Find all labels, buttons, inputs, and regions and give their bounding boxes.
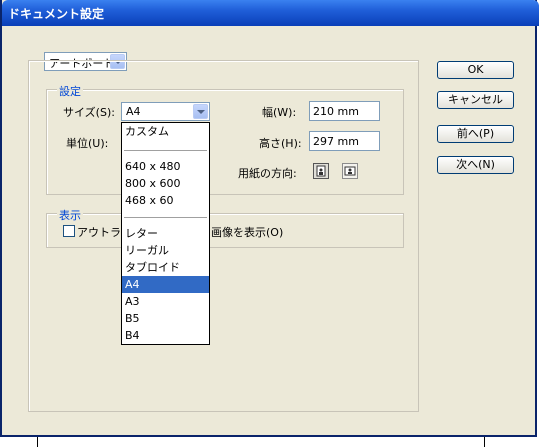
- chevron-down-icon[interactable]: [193, 104, 208, 119]
- portrait-orientation-button[interactable]: [313, 163, 329, 179]
- dropdown-item[interactable]: タブロイド: [122, 259, 209, 276]
- height-field-value: 297 mm: [313, 135, 359, 148]
- title-bar[interactable]: ドキュメント設定: [2, 0, 539, 26]
- size-dropdown-list[interactable]: カスタム 640 x 480 800 x 600 468 x 60 レター リー…: [121, 122, 210, 345]
- outline-label-right: 画像を表示(O): [211, 226, 284, 239]
- dropdown-item-selected[interactable]: A4: [122, 276, 209, 293]
- dropdown-item[interactable]: カスタム: [122, 123, 209, 140]
- dropdown-item[interactable]: A3: [122, 293, 209, 310]
- previous-button[interactable]: 前へ(P): [437, 125, 514, 143]
- dropdown-separator: [124, 150, 207, 151]
- ok-button[interactable]: OK: [437, 61, 514, 79]
- window-title: ドキュメント設定: [8, 7, 105, 21]
- width-label: 幅(W):: [262, 106, 297, 119]
- dropdown-item[interactable]: 800 x 600: [122, 175, 209, 192]
- height-field[interactable]: 297 mm: [309, 131, 380, 151]
- dropdown-item[interactable]: 468 x 60: [122, 192, 209, 209]
- background-line-right-bottom: [484, 437, 485, 447]
- next-button[interactable]: 次へ(N): [437, 156, 514, 174]
- size-combo-value: A4: [126, 105, 141, 118]
- landscape-orientation-button[interactable]: [342, 163, 358, 179]
- settings-legend: 設定: [57, 83, 83, 99]
- size-combo[interactable]: A4: [121, 102, 210, 121]
- dropdown-item[interactable]: B5: [122, 310, 209, 327]
- landscape-icon: [344, 166, 356, 176]
- width-field[interactable]: 210 mm: [309, 101, 380, 121]
- dropdown-item[interactable]: 640 x 480: [122, 158, 209, 175]
- dropdown-separator: [124, 217, 207, 218]
- dropdown-item[interactable]: リーガル: [122, 242, 209, 259]
- orientation-label: 用紙の方向:: [238, 167, 297, 180]
- cancel-button[interactable]: キャンセル: [437, 91, 514, 109]
- display-legend: 表示: [57, 207, 83, 223]
- width-field-value: 210 mm: [313, 105, 359, 118]
- size-label: サイズ(S):: [63, 106, 115, 119]
- portrait-icon: [316, 165, 326, 177]
- height-label: 高さ(H):: [259, 137, 302, 150]
- background-line-left-bottom: [37, 437, 38, 447]
- dropdown-item[interactable]: B4: [122, 327, 209, 344]
- unit-label: 単位(U):: [66, 137, 109, 150]
- document-settings-dialog: ドキュメント設定 アートボード 設定 サイズ(S): A4 単位(U): 幅(W…: [0, 0, 539, 437]
- outline-image-checkbox[interactable]: [63, 225, 75, 237]
- dropdown-item[interactable]: レター: [122, 225, 209, 242]
